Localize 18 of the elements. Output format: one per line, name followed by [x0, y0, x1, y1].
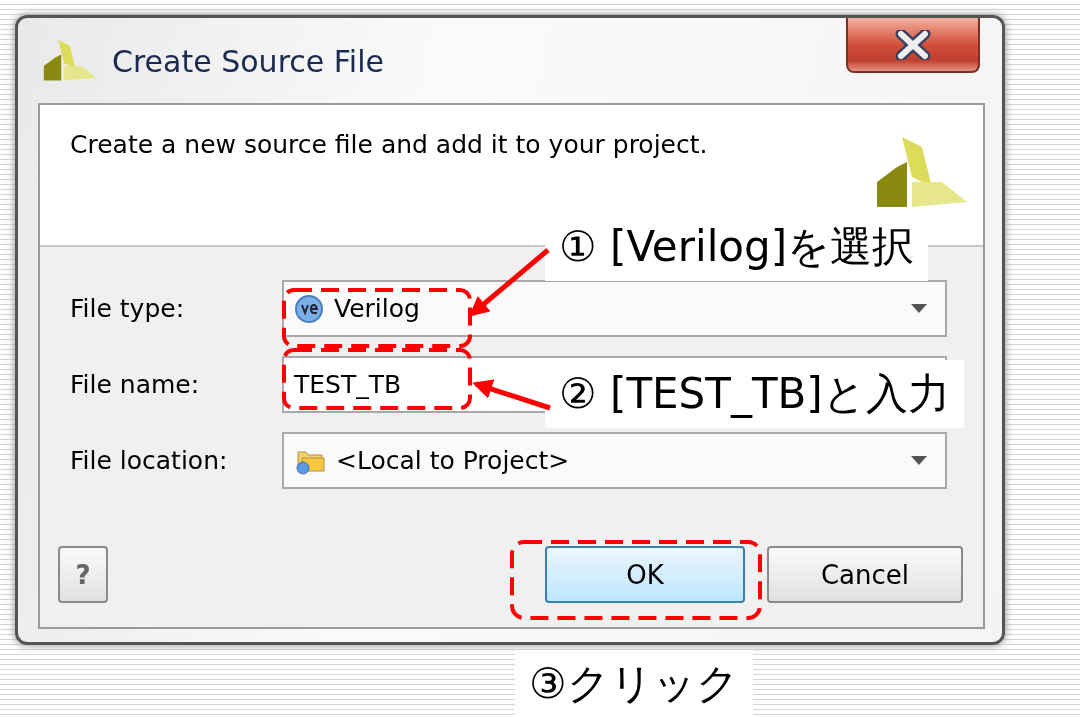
- dropdown[interactable]: <Local to Project>: [282, 432, 947, 489]
- window-title: Create Source File: [112, 44, 384, 80]
- dropdown-arrow-icon: [911, 304, 927, 313]
- ok-button[interactable]: OK: [545, 546, 745, 603]
- description-text: Create a new source file and add it to your project.: [70, 129, 709, 161]
- dropdown[interactable]: Verilog: [282, 280, 947, 337]
- file-type-icon: [294, 293, 324, 324]
- close-button[interactable]: [846, 18, 980, 73]
- field-label: File location:: [70, 446, 229, 475]
- dropdown-value: Verilog: [334, 294, 420, 323]
- field-label: File type:: [70, 294, 186, 323]
- field-label: File name:: [70, 370, 201, 399]
- cancel-button[interactable]: Cancel: [767, 546, 963, 603]
- help-button[interactable]: ?: [58, 546, 108, 603]
- close-icon: [895, 29, 931, 60]
- annotation-tooltip: ② [TEST_TB]と入力: [545, 360, 964, 428]
- dropdown-value: <Local to Project>: [336, 446, 570, 475]
- dropdown-arrow-icon: [911, 456, 927, 465]
